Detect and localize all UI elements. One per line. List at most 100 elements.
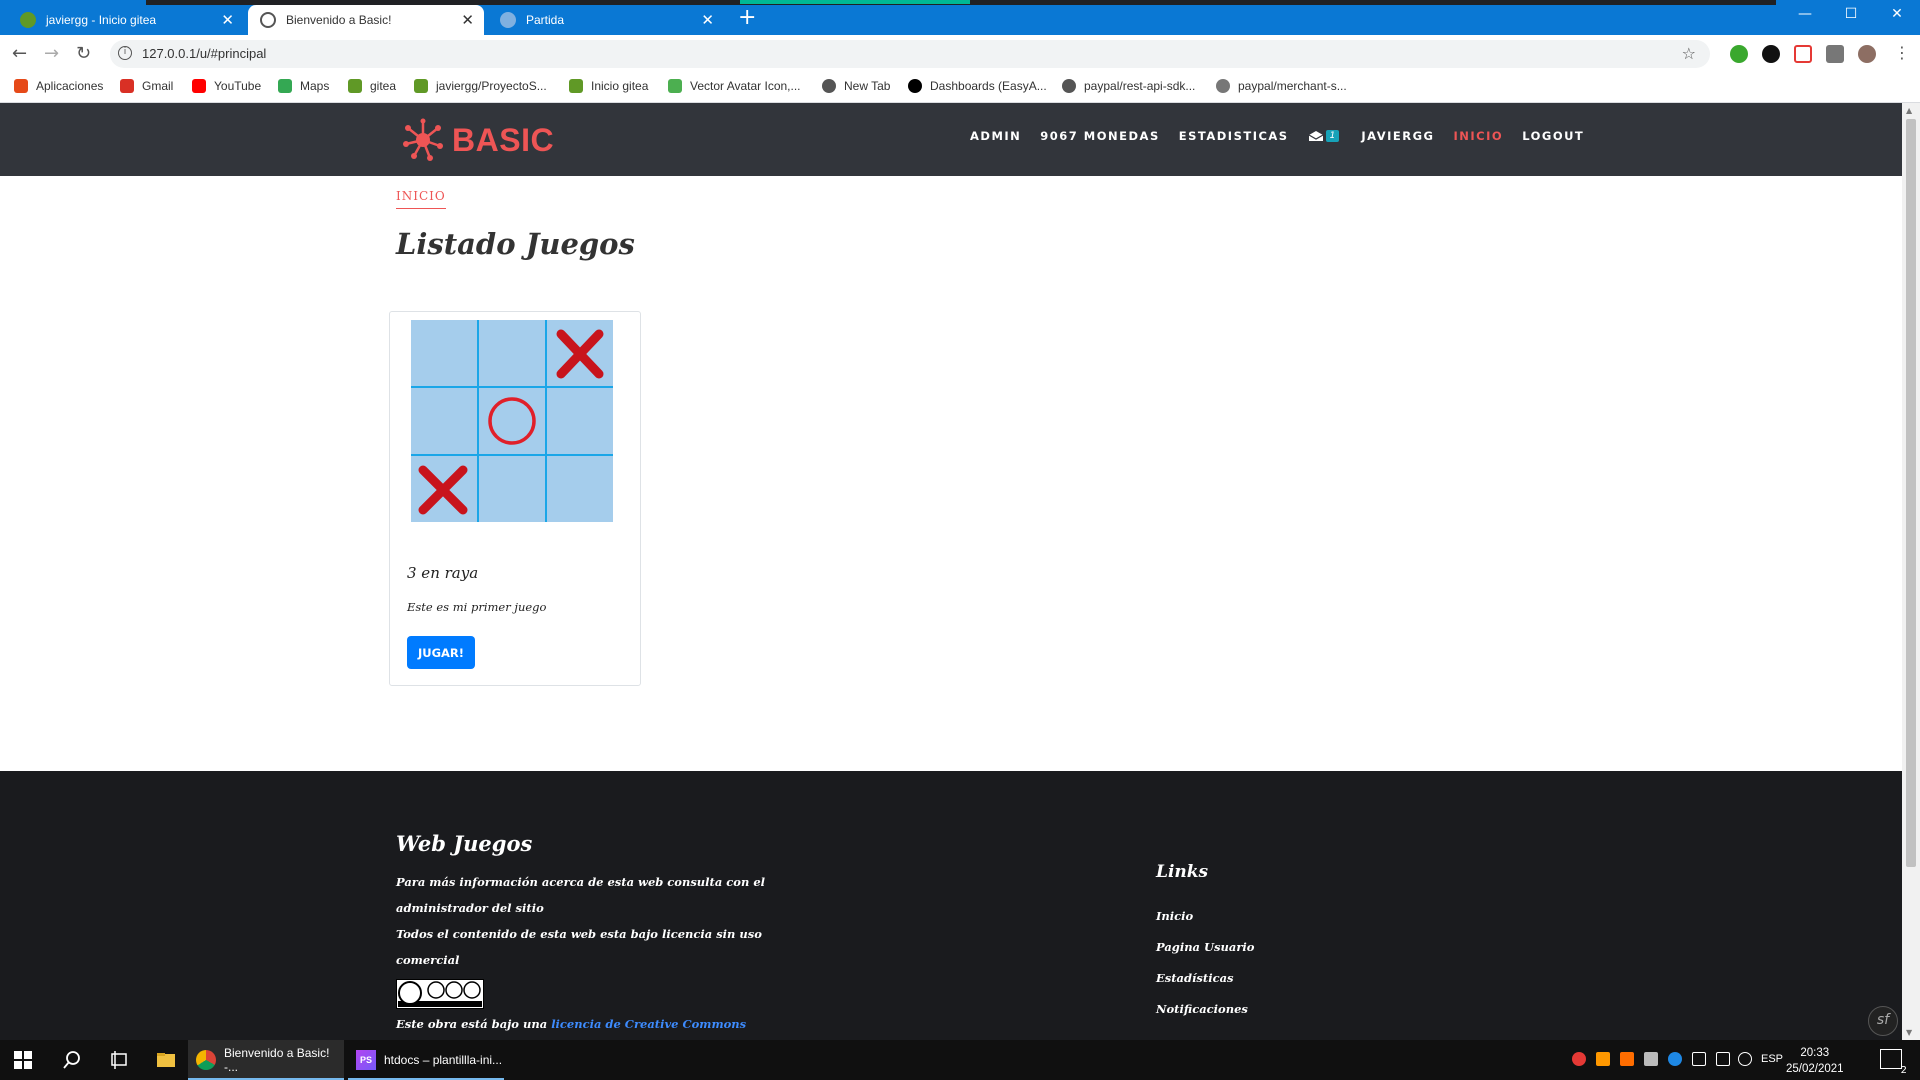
taskbar-phpstorm-app[interactable]: PS htdocs – plantillla-ini... [348,1040,504,1080]
language-indicator[interactable]: ESP [1761,1053,1783,1065]
address-bar[interactable]: i 127.0.0.1/u/#principal ☆ [110,40,1710,68]
maximize-button[interactable]: ☐ [1828,0,1874,28]
close-tab-icon[interactable]: ✕ [461,11,474,29]
scroll-down-arrow[interactable]: ▼ [1906,1028,1912,1037]
bookmark-new-tab[interactable]: New Tab [822,79,890,93]
menu-home[interactable]: INICIO [1454,129,1504,143]
menu-admin[interactable]: ADMIN [970,129,1021,143]
license-link[interactable]: licencia de Creative Commons [551,1017,746,1031]
site-info-icon[interactable]: i [118,46,132,60]
tray-app-icon[interactable] [1572,1052,1586,1066]
bookmark-paypal-rest[interactable]: paypal/rest-api-sdk... [1062,79,1195,93]
apps-grid-icon [14,79,28,93]
tab-label: javiergg - Inicio gitea [46,13,157,27]
bookmark-apps[interactable]: Aplicaciones [14,79,103,93]
footer-link-pagina-usuario[interactable]: Pagina Usuario [1156,940,1254,954]
browser-menu-icon[interactable]: ⋮ [1894,43,1910,62]
back-button[interactable]: ← [12,43,27,64]
minimize-button[interactable]: — [1782,0,1828,28]
github-icon [1216,79,1230,93]
tab-gitea[interactable]: javiergg - Inicio gitea ✕ [8,5,244,35]
bookmark-dashboards[interactable]: Dashboards (EasyA... [908,79,1047,93]
tray-app-icon[interactable] [1596,1052,1610,1066]
tab-basic[interactable]: Bienvenido a Basic! ✕ [248,5,484,35]
tab-partida[interactable]: Partida ✕ [488,5,724,35]
network-icon[interactable] [1716,1052,1730,1066]
taskbar-chrome-app[interactable]: Bienvenido a Basic! -... [188,1040,344,1080]
search-icon[interactable] [62,1050,82,1070]
battery-icon[interactable] [1692,1052,1706,1066]
youtube-icon [192,79,206,93]
site-header: BASIC ADMIN 9067 MONEDAS ESTADISTICAS 1 … [0,103,1902,176]
footer-text-line: comercial [396,953,460,967]
footer-link-inicio[interactable]: Inicio [1156,909,1193,923]
bookmark-vector[interactable]: Vector Avatar Icon,... [668,79,801,93]
menu-user[interactable]: JAVIERGG [1361,129,1434,143]
play-button[interactable]: JUGAR! [407,636,475,669]
symfony-toolbar-icon[interactable]: sf [1868,1006,1898,1036]
globe-icon [260,12,276,28]
footer-text-line: Todos el contenido de esta web esta bajo… [396,927,762,941]
logo-text: BASIC [452,121,555,158]
browser-toolbar: ← → ↻ i 127.0.0.1/u/#principal ☆ ⋮ [0,35,1920,71]
logo-molecule-icon [403,118,443,161]
bookmark-youtube[interactable]: YouTube [192,79,261,93]
menu-stats[interactable]: ESTADISTICAS [1179,129,1289,143]
bookmark-maps[interactable]: Maps [278,79,329,93]
task-view-icon[interactable] [109,1050,129,1070]
bookmark-paypal-merchant[interactable]: paypal/merchant-s... [1216,79,1347,93]
close-window-button[interactable]: ✕ [1874,0,1920,28]
clock-time: 20:33 [1800,1047,1830,1059]
bookmark-label: New Tab [844,79,891,93]
tic-tac-toe-image [411,320,613,522]
bookmark-label: Maps [300,79,330,93]
menu-logout[interactable]: LOGOUT [1522,129,1584,143]
system-clock[interactable]: 20:33 25/02/2021 [1786,1045,1844,1077]
bookmark-label: YouTube [214,79,262,93]
browser-tab-bar: javiergg - Inicio gitea ✕ Bienvenido a B… [0,0,1920,35]
volume-icon[interactable] [1738,1052,1752,1066]
site-logo[interactable]: BASIC [400,118,554,162]
bookmark-gmail[interactable]: Gmail [120,79,173,93]
footer-link-notificaciones[interactable]: Notificaciones [1156,1002,1248,1016]
bookmark-inicio-gitea[interactable]: Inicio gitea [569,79,648,93]
forward-button[interactable]: → [44,43,59,64]
close-tab-icon[interactable]: ✕ [221,11,234,29]
notification-count-badge: 1 [1325,130,1340,142]
reload-button[interactable]: ↻ [76,43,91,64]
windows-start-icon[interactable] [13,1050,33,1070]
extension-gear-icon[interactable] [1730,45,1748,63]
footer-text-line: Para más información acerca de esta web … [396,875,766,889]
new-tab-button[interactable]: + [738,7,756,29]
footer-link-estadisticas[interactable]: Estadísticas [1156,971,1234,985]
scrollbar-thumb[interactable] [1906,119,1916,867]
tab-label: Bienvenido a Basic! [286,13,392,27]
tray-app-icon[interactable] [1620,1052,1634,1066]
taskbar-app-label: Bienvenido a Basic! -... [224,1046,330,1074]
breadcrumb[interactable]: INICIO [396,189,446,209]
scroll-up-arrow[interactable]: ▲ [1906,106,1912,115]
action-center-icon[interactable]: 2 [1880,1049,1907,1076]
bookmark-label: Inicio gitea [591,79,649,93]
tray-app-icon[interactable] [1644,1052,1658,1066]
page-title: Listado Juegos [396,227,635,261]
taskbar-app-label: htdocs – plantillla-ini... [384,1053,503,1067]
creative-commons-badge[interactable] [396,979,484,1009]
windows-taskbar: Bienvenido a Basic! -... PS htdocs – pla… [0,1040,1920,1080]
profile-avatar[interactable] [1858,45,1876,63]
symfony-extension-icon[interactable] [1762,45,1780,63]
page-viewport: BASIC ADMIN 9067 MONEDAS ESTADISTICAS 1 … [0,103,1902,1040]
bookmark-proyecto[interactable]: javiergg/ProyectoS... [414,79,547,93]
menu-coins[interactable]: 9067 MONEDAS [1040,129,1159,143]
menu-notifications[interactable]: 1 [1308,130,1340,142]
bookmark-label: gitea [370,79,397,93]
extension-c-icon[interactable] [1794,45,1812,63]
close-tab-icon[interactable]: ✕ [701,11,714,29]
file-explorer-icon[interactable] [156,1050,176,1070]
bookmark-gitea[interactable]: gitea [348,79,396,93]
page-scrollbar[interactable]: ▲ ▼ [1902,103,1920,1040]
bluetooth-icon[interactable] [1668,1052,1682,1066]
extensions-puzzle-icon[interactable] [1826,45,1844,63]
bookmark-star-icon[interactable]: ☆ [1682,44,1696,63]
phpstorm-icon: PS [356,1050,376,1070]
